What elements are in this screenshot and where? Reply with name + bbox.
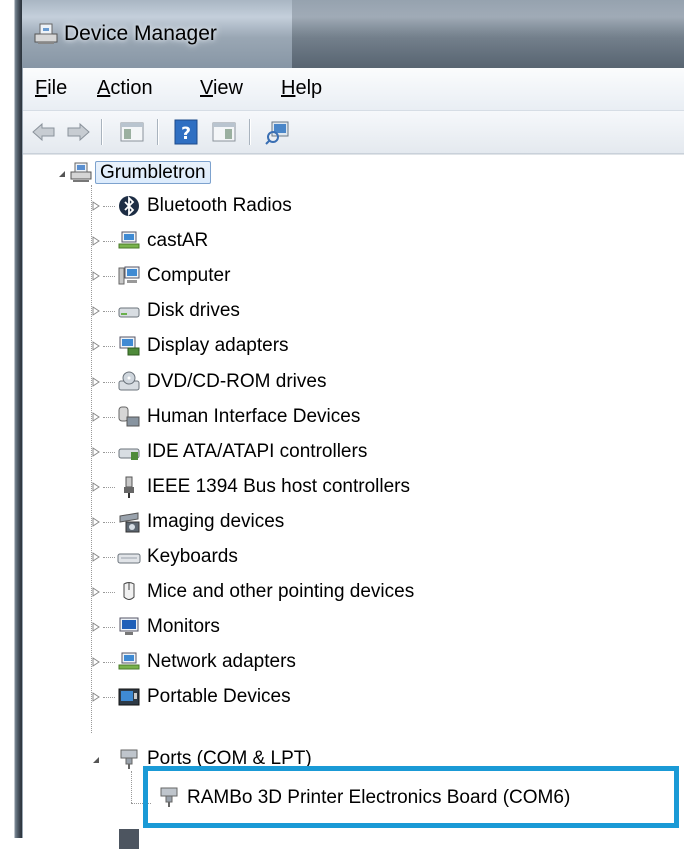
tree-guide-line (103, 662, 115, 664)
menu-action[interactable]: Action (97, 77, 153, 100)
tree-guide-line (103, 557, 115, 559)
tree-item-label: Bluetooth Radios (147, 195, 292, 216)
ide-controller-icon (118, 448, 140, 460)
tree-guide-line (103, 452, 115, 454)
menu-help[interactable]: Help (281, 77, 322, 100)
toolbar: ? (23, 111, 684, 154)
expand-arrow-icon[interactable] (91, 517, 101, 527)
tree-item-label: Mice and other pointing devices (147, 581, 415, 602)
device-tree[interactable]: Grumbletron Bluetooth Radios castAR Comput… (23, 154, 684, 849)
device-manager-icon (34, 23, 58, 44)
expand-arrow-icon[interactable] (91, 622, 101, 632)
collapse-arrow-icon[interactable] (91, 755, 101, 765)
bluetooth-icon (119, 195, 139, 217)
menu-view[interactable]: View (200, 77, 243, 100)
tree-item-label: Human Interface Devices (147, 406, 361, 427)
disk-drive-icon (118, 307, 140, 318)
port-connector-icon (120, 749, 138, 769)
tree-item-label: Monitors (147, 616, 220, 637)
tree-item-label: castAR (147, 230, 209, 251)
client-area: File Action View Help ? Grumbletron Blue… (22, 68, 684, 849)
expand-arrow-icon[interactable] (91, 657, 101, 667)
svg-text:?: ? (181, 124, 191, 144)
forward-icon[interactable] (63, 117, 93, 147)
toolbar-separator (101, 119, 103, 145)
tree-item-label: Display adapters (147, 335, 289, 356)
expand-arrow-icon[interactable] (91, 377, 101, 387)
expand-arrow-icon[interactable] (91, 201, 101, 211)
menu-bar: File Action View Help (23, 68, 684, 111)
network-adapter-icon (118, 652, 140, 670)
firewire-icon (124, 476, 134, 498)
expand-arrow-icon[interactable] (91, 306, 101, 316)
computer-root-icon (70, 162, 92, 182)
tree-guide-line (103, 627, 115, 629)
expand-arrow-icon[interactable] (91, 482, 101, 492)
monitor-icon (119, 617, 139, 635)
expand-arrow-icon[interactable] (91, 412, 101, 422)
tree-guide-line (103, 522, 115, 524)
tree-guide-line (103, 206, 115, 208)
tree-guide-line (103, 382, 115, 384)
tree-guide-line (103, 487, 115, 489)
tree-item-label: Disk drives (147, 300, 240, 321)
window-left-edge (0, 0, 22, 838)
portable-device-icon (118, 688, 140, 706)
tree-guide-line (103, 417, 115, 419)
tree-root-label: Grumbletron (95, 161, 211, 184)
tree-guide-line (91, 185, 93, 733)
scan-hardware-changes-icon[interactable] (263, 117, 293, 147)
tree-guide-line (103, 697, 115, 699)
title-bar[interactable]: Device Manager (22, 0, 684, 69)
expand-arrow-icon[interactable] (91, 236, 101, 246)
tree-item-label: IDE ATA/ATAPI controllers (147, 441, 368, 462)
expand-arrow-icon[interactable] (91, 271, 101, 281)
tree-guide-line (103, 346, 115, 348)
window-title: Device Manager (64, 22, 217, 45)
show-hide-console-tree-icon[interactable] (117, 117, 147, 147)
help-icon[interactable]: ? (171, 117, 201, 147)
toolbar-separator (157, 119, 159, 145)
collapse-arrow-icon[interactable] (57, 169, 67, 179)
partial-category-icon (119, 829, 139, 849)
tree-item-label: Network adapters (147, 651, 296, 672)
tree-item-label: DVD/CD-ROM drives (147, 371, 327, 392)
expand-arrow-icon[interactable] (91, 447, 101, 457)
expand-arrow-icon[interactable] (91, 341, 101, 351)
tree-guide-line (131, 771, 133, 803)
highlight-annotation (143, 766, 679, 828)
keyboard-icon (117, 553, 141, 564)
tree-guide-line (103, 311, 115, 313)
hid-icon (118, 406, 140, 427)
tree-item-label: Keyboards (147, 546, 238, 567)
show-hide-action-pane-icon[interactable] (209, 117, 239, 147)
tree-guide-line (103, 241, 115, 243)
toolbar-separator (249, 119, 251, 145)
tree-item-label: Computer (147, 265, 231, 286)
tree-item-label: Imaging devices (147, 511, 285, 532)
mouse-icon (123, 582, 135, 600)
expand-arrow-icon[interactable] (91, 587, 101, 597)
tree-guide-line (103, 276, 115, 278)
network-device-icon (118, 231, 140, 249)
menu-file[interactable]: File (35, 77, 67, 100)
dvd-drive-icon (118, 371, 140, 391)
expand-arrow-icon[interactable] (91, 692, 101, 702)
display-adapter-icon (119, 336, 140, 356)
title-bar-shade (292, 0, 684, 68)
expand-arrow-icon[interactable] (91, 552, 101, 562)
tree-guide-line (103, 592, 115, 594)
back-icon[interactable] (29, 117, 59, 147)
tree-item-label: IEEE 1394 Bus host controllers (147, 476, 410, 497)
camera-icon (119, 512, 140, 533)
computer-icon (118, 266, 140, 285)
tree-item-label: Portable Devices (147, 686, 291, 707)
tree-root[interactable]: Grumbletron (95, 156, 211, 186)
